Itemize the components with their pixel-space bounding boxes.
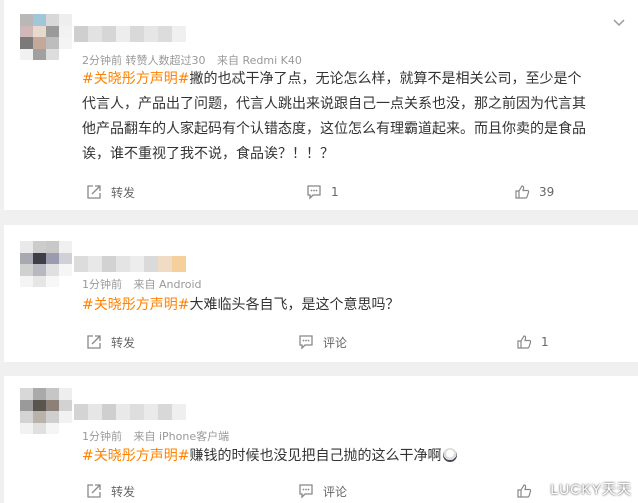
comment-time: 1分钟前 (82, 430, 122, 443)
repost-icon (87, 185, 101, 199)
comment-meta: 1分钟前 来自 iPhone客户端 (82, 428, 229, 444)
repost-icon (87, 335, 101, 349)
comment-label: 评论 (323, 484, 348, 499)
comment-count: 1 (331, 185, 339, 199)
chevron-down-icon[interactable] (612, 14, 626, 28)
comment-card: 1分钟前 来自 iPhone客户端 #关晓彤方声明#赚钱的时候也没见把自己抛的这… (4, 376, 638, 503)
repost-label: 转发 (111, 335, 136, 350)
comment-button[interactable]: 1 (306, 181, 339, 203)
repost-button[interactable]: 转发 (86, 480, 135, 502)
comment-icon (299, 335, 313, 350)
comment-source: 来自 Android (133, 278, 202, 291)
comment-meta: 2分钟前 转赞人数超过30 来自 Redmi K40 (82, 52, 302, 68)
action-bar: 转发 评论 (4, 480, 638, 502)
comment-icon (307, 185, 321, 200)
like-icon (515, 185, 530, 199)
comment-label: 评论 (323, 335, 348, 350)
comment-meta: 1分钟前 来自 Android (82, 276, 202, 292)
emoji-icon (443, 448, 458, 462)
like-count: 39 (539, 185, 555, 199)
comment-time: 1分钟前 (82, 278, 122, 291)
like-count: 1 (541, 335, 549, 349)
comment-icon (299, 484, 313, 499)
hashtag-link[interactable]: #关晓彤方声明# (82, 297, 189, 313)
comment-source: 来自 iPhone客户端 (133, 430, 230, 443)
comment-extra: 转赞人数超过30 (125, 54, 206, 67)
hashtag-link[interactable]: #关晓彤方声明# (82, 448, 189, 464)
comment-body: 大难临头各自飞，是这个意思吗？ (189, 297, 400, 313)
repost-label: 转发 (111, 185, 136, 200)
like-icon (517, 484, 532, 498)
comment-card: 2分钟前 转赞人数超过30 来自 Redmi K40 #关晓彤方声明#撇的也忒干… (4, 0, 638, 210)
avatar[interactable] (20, 14, 72, 60)
like-button[interactable]: 39 (514, 181, 554, 203)
comment-time: 2分钟前 (82, 54, 122, 67)
repost-button[interactable]: 转发 (86, 181, 135, 203)
comment-source: 来自 Redmi K40 (217, 54, 302, 67)
repost-label: 转发 (111, 484, 136, 499)
username[interactable] (74, 404, 186, 420)
action-bar: 转发 评论 1 (4, 331, 638, 353)
comment-text: #关晓彤方声明#撇的也忒干净了点，无论怎么样，就算不是相关公司，至少是个代言人，… (82, 67, 592, 167)
avatar[interactable] (20, 241, 72, 287)
comment-text: #关晓彤方声明#大难临头各自飞，是这个意思吗？ (82, 293, 592, 318)
comment-text: #关晓彤方声明#赚钱的时候也没见把自己抛的这么干净啊 (82, 444, 592, 469)
comment-button[interactable]: 评论 (298, 331, 347, 353)
comment-card: 1分钟前 来自 Android #关晓彤方声明#大难临头各自飞，是这个意思吗？ … (4, 225, 638, 362)
watermark: LUCKY天天 (550, 481, 632, 497)
repost-button[interactable]: 转发 (86, 331, 135, 353)
repost-icon (87, 484, 101, 498)
comment-body: 赚钱的时候也没见把自己抛的这么干净啊 (189, 448, 442, 464)
like-button[interactable]: 1 (516, 331, 549, 353)
hashtag-link[interactable]: #关晓彤方声明# (82, 71, 189, 87)
comment-button[interactable]: 评论 (298, 480, 347, 502)
like-button[interactable] (516, 480, 541, 502)
action-bar: 转发 1 39 (4, 181, 638, 203)
avatar[interactable] (20, 388, 72, 434)
username[interactable] (74, 256, 186, 272)
username[interactable] (74, 26, 186, 42)
like-icon (517, 335, 532, 349)
